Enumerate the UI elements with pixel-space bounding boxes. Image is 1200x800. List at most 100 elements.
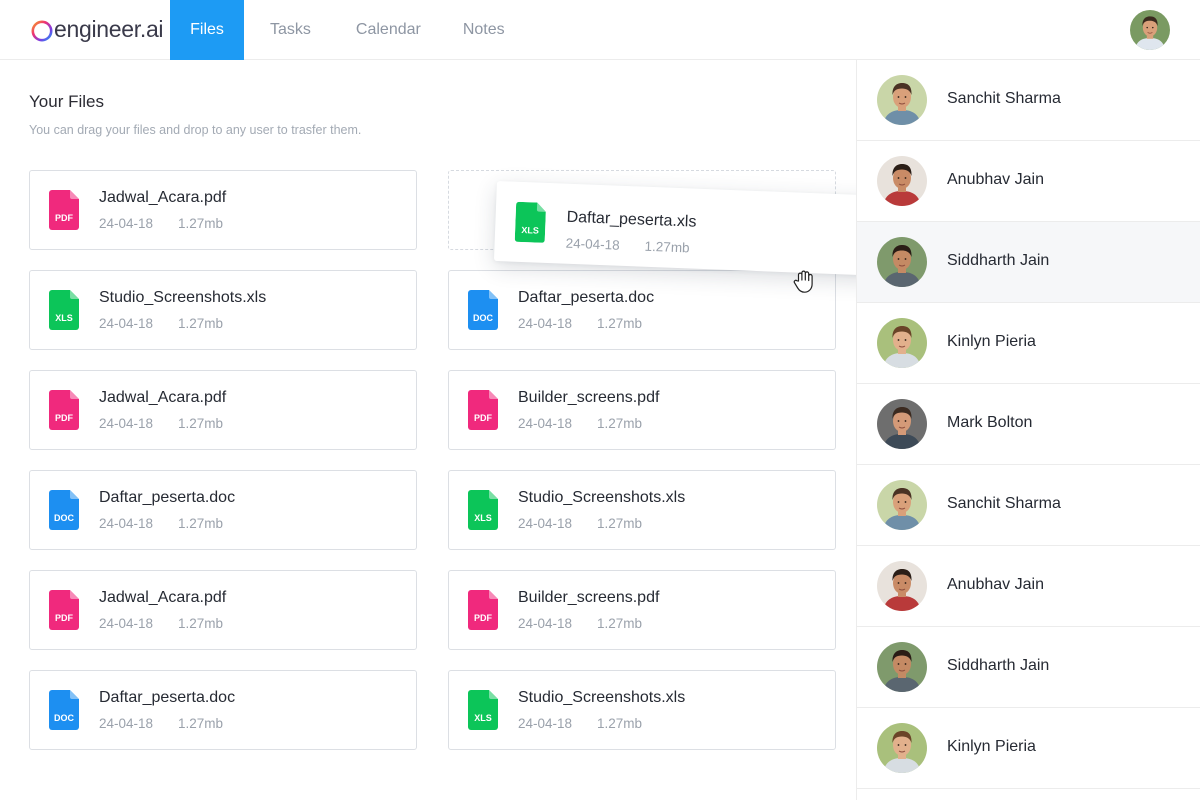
user-name: Anubhav Jain: [947, 171, 1044, 188]
file-date: 24-04-18: [99, 516, 154, 531]
file-card[interactable]: DOC Daftar_peserta.doc 24-04-18 1.27mb: [29, 470, 417, 550]
svg-text:PDF: PDF: [474, 613, 493, 623]
dragged-file-card[interactable]: XLS Daftar_peserta.xls 24-04-18 1.27mb: [493, 181, 885, 276]
nav-tab-notes[interactable]: Notes: [463, 0, 505, 60]
user-avatar: [877, 642, 927, 692]
file-size: 1.27mb: [178, 216, 224, 231]
file-card[interactable]: PDF Builder_screens.pdf 24-04-18 1.27mb: [448, 370, 836, 450]
logo-mark-icon: [31, 20, 53, 42]
file-date: 24-04-18: [99, 716, 154, 731]
doc-file-icon: DOC: [468, 290, 498, 335]
user-name: Siddharth Jain: [947, 252, 1050, 269]
user-avatar: [877, 237, 927, 287]
file-size: 1.27mb: [178, 316, 224, 331]
file-size: 1.27mb: [597, 416, 643, 431]
file-card[interactable]: XLS Studio_Screenshots.xls 24-04-18 1.27mb: [448, 670, 836, 750]
file-date: 24-04-18: [518, 716, 573, 731]
pdf-file-icon: PDF: [49, 590, 79, 635]
file-date: 24-04-18: [99, 416, 154, 431]
file-size: 1.27mb: [178, 616, 224, 631]
user-list-item[interactable]: Sanchit Sharma: [857, 60, 1200, 141]
file-size: 1.27mb: [597, 316, 643, 331]
app-logo[interactable]: engineer.ai: [31, 14, 164, 44]
file-date: 24-04-18: [565, 235, 620, 253]
user-name: Siddharth Jain: [947, 657, 1050, 674]
file-card[interactable]: PDF Jadwal_Acara.pdf 24-04-18 1.27mb: [29, 370, 417, 450]
file-card[interactable]: DOC Daftar_peserta.doc 24-04-18 1.27mb: [29, 670, 417, 750]
file-name: Studio_Screenshots.xls: [518, 689, 686, 706]
file-size: 1.27mb: [178, 416, 224, 431]
xls-file-icon: XLS: [468, 490, 498, 535]
file-name: Daftar_peserta.doc: [99, 489, 236, 506]
file-card[interactable]: PDF Jadwal_Acara.pdf 24-04-18 1.27mb: [29, 570, 417, 650]
user-list-item[interactable]: Kinlyn Pieria: [857, 303, 1200, 384]
file-name: Jadwal_Acara.pdf: [99, 389, 227, 406]
user-list-item[interactable]: Mark Bolton: [857, 384, 1200, 465]
user-list-item[interactable]: Siddharth Jain: [857, 222, 1200, 303]
nav-tab-tasks[interactable]: Tasks: [270, 0, 311, 60]
file-date: 24-04-18: [99, 316, 154, 331]
user-avatar: [877, 561, 927, 611]
file-name: Daftar_peserta.xls: [566, 208, 697, 231]
file-card[interactable]: DOC Daftar_peserta.doc 24-04-18 1.27mb: [448, 270, 836, 350]
user-avatar: [877, 480, 927, 530]
nav-tab-files[interactable]: Files: [170, 0, 244, 60]
file-name: Studio_Screenshots.xls: [518, 489, 686, 506]
pdf-file-icon: PDF: [468, 390, 498, 435]
user-name: Sanchit Sharma: [947, 495, 1061, 512]
current-user-avatar[interactable]: [1130, 10, 1170, 50]
grab-hand-cursor-icon: [792, 268, 816, 294]
pdf-file-icon: PDF: [49, 190, 79, 235]
file-date: 24-04-18: [518, 316, 573, 331]
file-size: 1.27mb: [597, 516, 643, 531]
doc-file-icon: DOC: [49, 690, 79, 735]
main-nav: Files Tasks Calendar Notes: [170, 0, 505, 60]
user-name: Sanchit Sharma: [947, 90, 1061, 107]
file-size: 1.27mb: [178, 716, 224, 731]
svg-text:XLS: XLS: [474, 713, 492, 723]
users-sidebar: Sanchit Sharma Anubhav Jain Siddharth Jain…: [856, 60, 1200, 800]
svg-text:PDF: PDF: [474, 413, 493, 423]
svg-text:XLS: XLS: [55, 313, 73, 323]
nav-tab-calendar[interactable]: Calendar: [356, 0, 421, 60]
user-avatar: [877, 723, 927, 773]
user-list-item[interactable]: Anubhav Jain: [857, 141, 1200, 222]
user-list-item[interactable]: Sanchit Sharma: [857, 465, 1200, 546]
user-avatar: [877, 318, 927, 368]
file-size: 1.27mb: [178, 516, 224, 531]
file-card[interactable]: XLS Studio_Screenshots.xls 24-04-18 1.27mb: [448, 470, 836, 550]
file-date: 24-04-18: [518, 516, 573, 531]
svg-text:PDF: PDF: [55, 413, 74, 423]
file-name: Daftar_peserta.doc: [518, 289, 655, 306]
file-size: 1.27mb: [597, 716, 643, 731]
file-name: Studio_Screenshots.xls: [99, 289, 267, 306]
user-avatar: [877, 156, 927, 206]
file-name: Jadwal_Acara.pdf: [99, 589, 227, 606]
file-name: Builder_screens.pdf: [518, 589, 660, 606]
file-date: 24-04-18: [518, 416, 573, 431]
pdf-file-icon: PDF: [49, 390, 79, 435]
svg-text:DOC: DOC: [54, 713, 75, 723]
file-size: 1.27mb: [597, 616, 643, 631]
user-name: Mark Bolton: [947, 414, 1033, 431]
file-name: Daftar_peserta.doc: [99, 689, 236, 706]
user-name: Kinlyn Pieria: [947, 738, 1036, 755]
svg-text:DOC: DOC: [54, 513, 75, 523]
user-list-item[interactable]: Anubhav Jain: [857, 546, 1200, 627]
user-name: Kinlyn Pieria: [947, 333, 1036, 350]
user-list-item[interactable]: Siddharth Jain: [857, 627, 1200, 708]
file-date: 24-04-18: [99, 616, 154, 631]
file-name: Jadwal_Acara.pdf: [99, 189, 227, 206]
user-avatar: [877, 399, 927, 449]
pdf-file-icon: PDF: [468, 590, 498, 635]
file-card[interactable]: PDF Jadwal_Acara.pdf 24-04-18 1.27mb: [29, 170, 417, 250]
user-name: Anubhav Jain: [947, 576, 1044, 593]
file-card[interactable]: PDF Builder_screens.pdf 24-04-18 1.27mb: [448, 570, 836, 650]
svg-text:PDF: PDF: [55, 613, 74, 623]
file-name: Builder_screens.pdf: [518, 389, 660, 406]
doc-file-icon: DOC: [49, 490, 79, 535]
file-card[interactable]: XLS Studio_Screenshots.xls 24-04-18 1.27mb: [29, 270, 417, 350]
svg-text:PDF: PDF: [55, 213, 74, 223]
logo-text: engineer.ai: [54, 16, 164, 42]
user-list-item[interactable]: Kinlyn Pieria: [857, 708, 1200, 789]
